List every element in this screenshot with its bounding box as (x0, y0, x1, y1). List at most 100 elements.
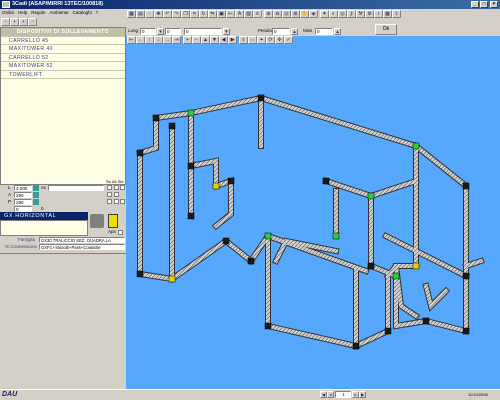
list-item[interactable]: MAXITOWER 40 (1, 45, 125, 54)
checkbox[interactable] (107, 192, 112, 197)
menu-item-regole[interactable]: Regole (29, 9, 47, 16)
list-item[interactable]: CARRELLO 45 (1, 37, 125, 45)
misura-label: Miss (303, 28, 313, 33)
info-icon[interactable]: i (374, 10, 383, 18)
snap-icon[interactable]: ⌖ (257, 36, 266, 44)
table-icon[interactable]: ▦ (383, 10, 392, 18)
arrow-right-icon[interactable]: ▶ (228, 36, 237, 44)
3d-viewport[interactable] (126, 36, 500, 389)
next-icon[interactable]: → (163, 36, 172, 44)
zoom-all-icon[interactable]: ⊞ (291, 10, 300, 18)
layer-icon[interactable]: ▤ (136, 10, 145, 18)
checkbox[interactable] (120, 199, 125, 204)
param-l-desc-field[interactable] (48, 185, 104, 191)
checkbox[interactable] (114, 185, 119, 190)
export-icon[interactable]: ⇪ (392, 10, 401, 18)
grid-icon[interactable]: ▦ (127, 10, 136, 18)
apx-checkbox[interactable] (118, 230, 123, 235)
list-icon[interactable]: ≡ (253, 10, 262, 18)
pan-icon[interactable]: ✋ (300, 10, 309, 18)
first-icon[interactable]: ⇤ (127, 36, 136, 44)
checkbox[interactable] (114, 192, 119, 197)
color-swatch-icon[interactable] (108, 214, 118, 228)
distribute-icon[interactable]: ⇔ (248, 36, 257, 44)
plus-icon[interactable]: + (183, 36, 192, 44)
checkbox[interactable] (107, 185, 112, 190)
print-icon[interactable]: ▫ (28, 18, 37, 26)
maximize-button[interactable]: □ (480, 1, 488, 8)
ok-button[interactable]: Ok (375, 24, 397, 35)
check-icon[interactable]: ✓ (284, 36, 293, 44)
list-item[interactable]: TOWERLIFT (1, 71, 125, 79)
minus-icon[interactable]: − (192, 36, 201, 44)
third-field[interactable]: 0 (184, 28, 222, 35)
key-icon[interactable]: ⚷ (347, 10, 356, 18)
menu-item-cataloghi[interactable]: Cataloghi (71, 9, 94, 16)
page-number[interactable]: 1 (335, 391, 351, 398)
zoom-out-icon[interactable]: ⊖ (273, 10, 282, 18)
zoom-window-icon[interactable]: ⊡ (282, 10, 291, 18)
famiglia-field[interactable]: GX30 TRALICCIO SEZ. QUADRA LA (39, 237, 125, 243)
menu-item-ordini[interactable]: Ordini (0, 9, 16, 16)
last-icon[interactable]: ⇥ (172, 36, 181, 44)
page-first-icon[interactable]: ◀ (320, 391, 327, 398)
misura-field[interactable]: 0 (315, 28, 333, 35)
prev-icon[interactable]: ← (136, 36, 145, 44)
new-icon[interactable]: ▫ (1, 18, 10, 26)
view-3d-icon[interactable]: ◈ (309, 10, 318, 18)
render-icon[interactable]: ◐ (329, 10, 338, 18)
checkbox[interactable] (120, 185, 125, 190)
rotate-icon[interactable]: ↻ (199, 10, 208, 18)
move-icon[interactable]: ✥ (154, 10, 163, 18)
undo-icon[interactable]: ↶ (163, 10, 172, 18)
param-l-field[interactable]: 3.000 (14, 185, 32, 191)
pendio-field[interactable]: 0 (272, 28, 290, 35)
zoom-in-icon[interactable]: ⊕ (264, 10, 273, 18)
align-icon[interactable]: ⇳ (239, 36, 248, 44)
param-a-field[interactable]: 290 (14, 192, 32, 198)
menu-item-help-question[interactable]: ? (94, 9, 101, 16)
light-icon[interactable]: ✦ (320, 10, 329, 18)
arrow-up-icon[interactable]: ▲ (201, 36, 210, 44)
page-next-icon[interactable]: ▸ (352, 391, 359, 398)
selected-item[interactable]: GX HORIZONTAL (0, 212, 88, 220)
third-dropdown-icon[interactable]: ▾ (223, 28, 230, 35)
mirror-icon[interactable]: ⇋ (208, 10, 217, 18)
down-icon[interactable]: ↓ (154, 36, 163, 44)
copy-icon[interactable]: ❐ (181, 10, 190, 18)
checkbox[interactable] (107, 199, 112, 204)
up-icon[interactable]: ↑ (145, 36, 154, 44)
tool-icon[interactable]: ⚒ (356, 10, 365, 18)
arrow-left-icon[interactable]: ◀ (219, 36, 228, 44)
lung-dropdown-icon[interactable]: ▾ (157, 28, 164, 35)
page-last-icon[interactable]: ▶ (359, 391, 366, 398)
checkbox[interactable] (114, 199, 119, 204)
refresh-icon[interactable]: ⟳ (266, 36, 275, 44)
connessione-field[interactable]: GXFC+Spigotti+Pass+Coppiglie (39, 244, 125, 250)
explode-icon[interactable]: ✣ (275, 36, 284, 44)
group-icon[interactable]: ▣ (217, 10, 226, 18)
arrow-down-icon[interactable]: ▼ (210, 36, 219, 44)
menu-item-ambiente[interactable]: Ambiente (48, 9, 71, 16)
open-icon[interactable]: ▪ (10, 18, 19, 26)
pendio-spin-icon[interactable]: ▴ (291, 28, 298, 35)
settings-icon[interactable]: ⚙ (365, 10, 374, 18)
param-p-field[interactable]: 290 (14, 199, 32, 205)
second-field[interactable]: 0 (165, 28, 181, 35)
camera-icon[interactable]: ◎ (338, 10, 347, 18)
select-icon[interactable]: ▫ (145, 10, 154, 18)
menu-item-help[interactable]: Help (16, 9, 29, 16)
delete-icon[interactable]: ✕ (190, 10, 199, 18)
list-item[interactable]: MAXITOWER 52 (1, 62, 125, 71)
misura-spin-icon[interactable]: ▴ (334, 28, 341, 35)
text-icon[interactable]: A (235, 10, 244, 18)
hatch-icon[interactable]: ▨ (244, 10, 253, 18)
minimize-button[interactable]: _ (471, 1, 479, 8)
page-prev-icon[interactable]: ◂ (327, 391, 334, 398)
save-icon[interactable]: ▪ (19, 18, 28, 26)
redo-icon[interactable]: ↷ (172, 10, 181, 18)
list-item[interactable]: CARRELLO 52 (1, 54, 125, 62)
measure-icon[interactable]: ⊢ (226, 10, 235, 18)
lung-field[interactable]: 0 (140, 28, 156, 35)
close-button[interactable]: × (490, 1, 498, 8)
